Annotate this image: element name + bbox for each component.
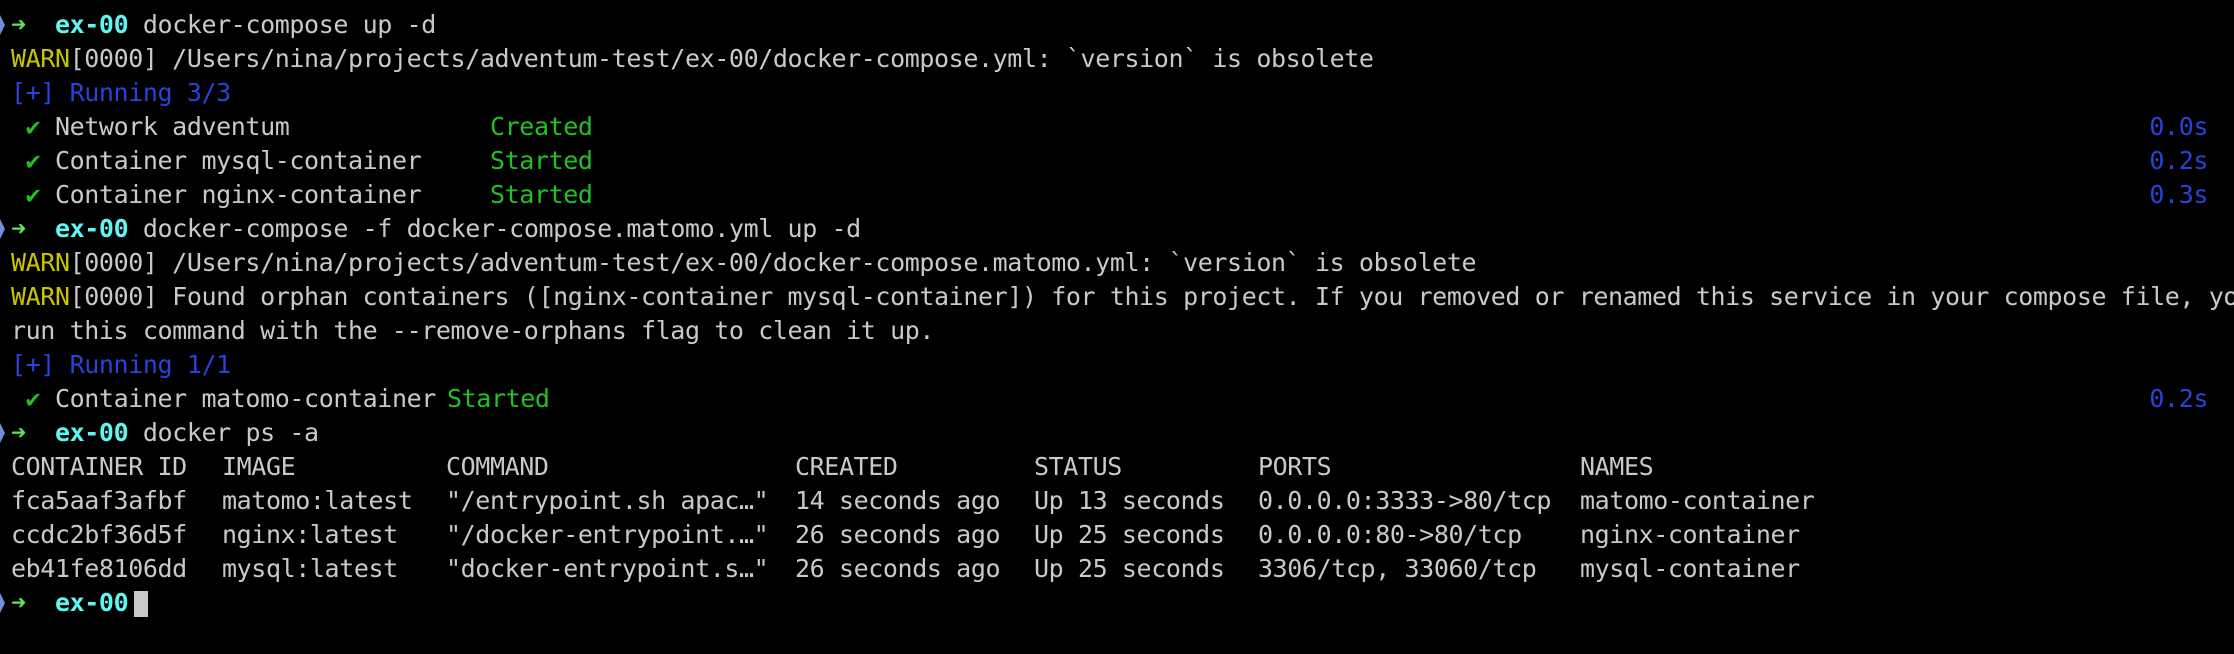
item-time: 0.2s [2149,384,2208,413]
cell-created: 26 seconds ago [795,554,1001,583]
command-text: docker-compose -f docker-compose.matomo.… [142,214,861,243]
prompt-marker-icon [0,219,5,239]
warn-text: [0000] /Users/nina/projects/adventum-tes… [69,248,1477,277]
prompt-dir: ex-00 [54,418,129,447]
cell-names: matomo-container [1580,486,1815,515]
cell-ports: 3306/tcp, 33060/tcp [1258,554,1537,583]
cell-ports: 0.0.0.0:80->80/tcp [1258,520,1522,549]
item-status: Created [490,112,593,141]
header-ports: PORTS [1258,452,1332,481]
table-row: eb41fe8106dd mysql:latest "docker-entrypoi… [0,552,2234,586]
check-icon: ✔ [25,112,41,141]
command-text: docker-compose up -d [142,10,436,39]
cell-image: mysql:latest [222,554,398,583]
item-status: Started [490,180,593,209]
header-names: NAMES [1580,452,1654,481]
check-icon: ✔ [25,146,41,175]
item-time: 0.0s [2149,112,2208,141]
cell-created: 26 seconds ago [795,520,1001,549]
warn-text: [0000] Found orphan containers ([nginx-c… [69,282,2234,311]
warn-text: [0000] /Users/nina/projects/adventum-tes… [69,44,1374,73]
cell-status: Up 13 seconds [1034,486,1225,515]
progress-item: ✔ Container nginx-container Started 0.3s [0,178,2234,212]
prompt-marker-icon [0,423,5,443]
cell-status: Up 25 seconds [1034,520,1225,549]
prompt-line: ➜ ex-00 docker ps -a [0,416,2234,450]
prompt-arrow-icon: ➜ [11,588,26,617]
prompt-marker-icon [0,15,5,35]
progress-item: ✔ Container mysql-container Started 0.2s [0,144,2234,178]
warn-tag: WARN [11,248,70,277]
progress-item: ✔ Container matomo-container Started 0.2s [0,382,2234,416]
table-row: ccdc2bf36d5f nginx:latest "/docker-entrypo… [0,518,2234,552]
header-created: CREATED [795,452,898,481]
prompt-dir: ex-00 [54,588,129,617]
item-label: Container matomo-container [54,384,436,413]
cell-names: mysql-container [1580,554,1800,583]
cell-status: Up 25 seconds [1034,554,1225,583]
item-status: Started [490,146,593,175]
cell-container-id: fca5aaf3afbf [11,486,187,515]
table-row: fca5aaf3afbf matomo:latest "/entrypoint.sh… [0,484,2234,518]
item-status: Started [447,384,550,413]
cell-command: "/entrypoint.sh apac…" [446,486,769,515]
cell-ports: 0.0.0.0:3333->80/tcp [1258,486,1552,515]
item-time: 0.3s [2149,180,2208,209]
warn-tag: WARN [11,44,70,73]
item-label: Container mysql-container [54,146,422,175]
warn-line: WARN[0000] Found orphan containers ([ngi… [0,280,2234,314]
header-command: COMMAND [446,452,549,481]
cell-created: 14 seconds ago [795,486,1001,515]
prompt-marker-icon [0,593,5,613]
header-container-id: CONTAINER ID [11,452,187,481]
prompt-dir: ex-00 [54,214,129,243]
warn-line: WARN[0000] /Users/nina/projects/adventum… [0,246,2234,280]
warn-line: WARN[0000] /Users/nina/projects/adventum… [0,42,2234,76]
item-label: Network adventum [54,112,290,141]
item-label: Container nginx-container [54,180,422,209]
prompt-line: ➜ ex-00 docker-compose up -d [0,8,2234,42]
prompt-line[interactable]: ➜ ex-00 [0,586,2234,620]
warn-continuation: run this command with the --remove-orpha… [11,316,935,345]
prompt-arrow-icon: ➜ [11,10,26,39]
header-image: IMAGE [222,452,296,481]
terminal-output[interactable]: ➜ ex-00 docker-compose up -d WARN[0000] … [0,8,2234,620]
cell-container-id: ccdc2bf36d5f [11,520,187,549]
prompt-line: ➜ ex-00 docker-compose -f docker-compose… [0,212,2234,246]
cell-image: matomo:latest [222,486,413,515]
cell-container-id: eb41fe8106dd [11,554,187,583]
cell-image: nginx:latest [222,520,398,549]
check-icon: ✔ [25,384,41,413]
command-text: docker ps -a [142,418,319,447]
progress-item: ✔ Network adventum Created 0.0s [0,110,2234,144]
item-time: 0.2s [2149,146,2208,175]
prompt-arrow-icon: ➜ [11,418,26,447]
warn-tag: WARN [11,282,70,311]
prompt-dir: ex-00 [54,10,129,39]
check-icon: ✔ [25,180,41,209]
prompt-arrow-icon: ➜ [11,214,26,243]
text-cursor[interactable] [134,591,149,617]
ps-header-row: CONTAINER ID IMAGE COMMAND CREATED STATUS POR… [0,450,2234,484]
header-status: STATUS [1034,452,1122,481]
cell-command: "/docker-entrypoint.…" [446,520,769,549]
running-line: [+] Running 3/3 [11,78,231,107]
running-line: [+] Running 1/1 [11,350,231,379]
cell-names: nginx-container [1580,520,1800,549]
cell-command: "docker-entrypoint.s…" [446,554,769,583]
